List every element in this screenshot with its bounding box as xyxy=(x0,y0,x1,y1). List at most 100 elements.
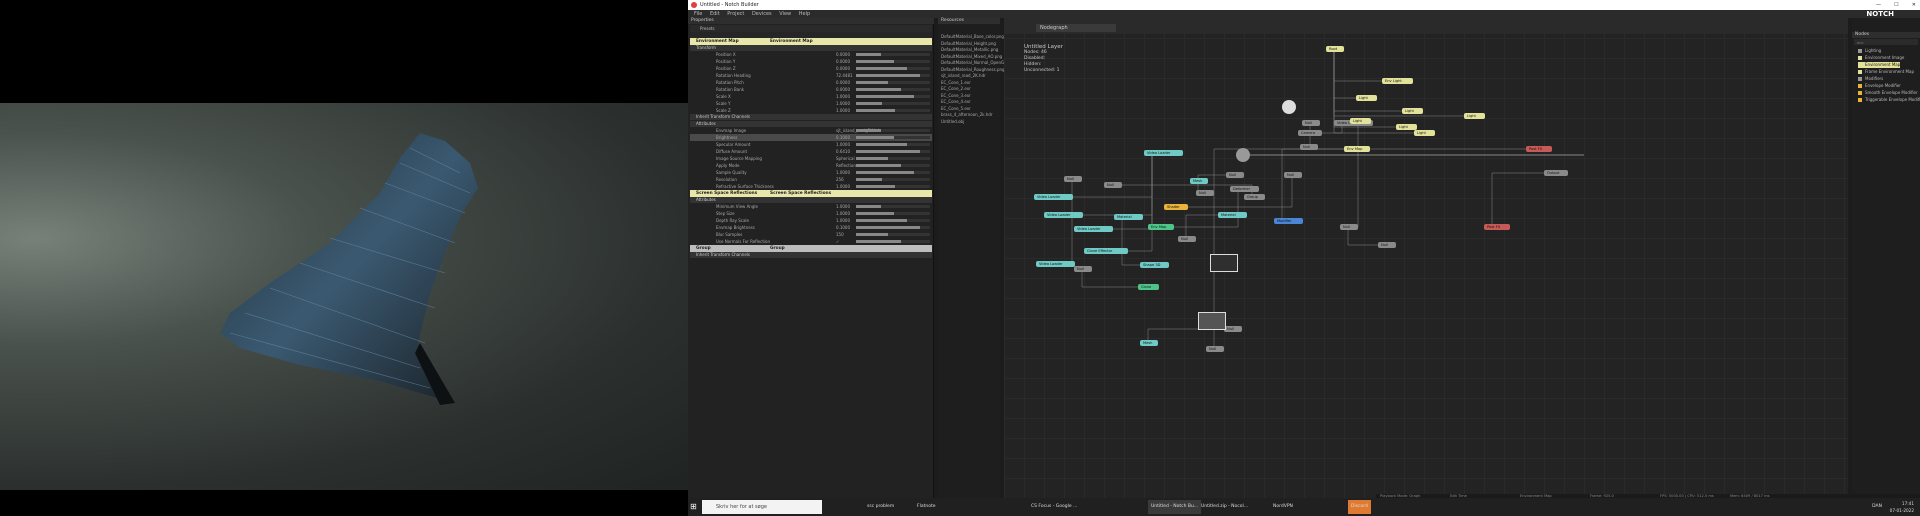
node-library-item[interactable]: Triggerable Envelope Modifier xyxy=(1858,97,1920,103)
property-slider[interactable] xyxy=(856,53,930,56)
taskbar-app-button[interactable]: CS Focus - Google ... xyxy=(1028,500,1080,514)
property-row[interactable]: Sample Quality 1.0000 xyxy=(690,169,932,176)
resource-item[interactable]: EC_Cone_5.exr xyxy=(941,106,971,112)
resource-item[interactable]: DefaultMaterial_Metallic.png xyxy=(941,47,998,53)
property-value[interactable]: 0.0000 xyxy=(836,79,850,86)
property-slider[interactable] xyxy=(856,226,930,229)
taskbar-app-button[interactable]: ssc problem xyxy=(864,500,897,514)
graph-node[interactable]: Light xyxy=(1402,108,1423,114)
close-button[interactable]: ✕ xyxy=(1912,0,1916,10)
graph-node[interactable]: Mesh xyxy=(1190,178,1209,184)
graph-node[interactable]: Env Light xyxy=(1382,78,1414,84)
menu-edit[interactable]: Edit xyxy=(710,11,720,17)
property-value[interactable]: 1.0000 xyxy=(836,141,850,148)
property-row[interactable]: Position Z 0.0000 xyxy=(690,65,932,72)
graph-node[interactable]: Video Loader xyxy=(1144,150,1184,156)
property-value[interactable]: 1.0000 xyxy=(836,210,850,217)
preview-box[interactable] xyxy=(1198,312,1226,330)
property-row[interactable]: Minimum View Angle 1.0000 xyxy=(690,203,932,210)
property-row[interactable]: Position X 0.0000 xyxy=(690,51,932,58)
resource-item[interactable]: EC_Cone_4.exr xyxy=(941,99,971,105)
property-value[interactable]: 0.0000 xyxy=(836,65,850,72)
property-value[interactable]: 1.0000 xyxy=(836,93,850,100)
graph-node[interactable]: Light xyxy=(1356,95,1377,101)
taskbar-app-button[interactable]: NordVPN xyxy=(1270,500,1296,514)
graph-node[interactable]: Light xyxy=(1350,118,1371,124)
windows-start-icon[interactable]: ⊞ xyxy=(690,501,698,513)
property-slider[interactable] xyxy=(856,95,930,98)
graph-node[interactable]: Null xyxy=(1074,266,1093,272)
property-value[interactable]: 150 xyxy=(836,231,844,238)
graph-node[interactable]: Modifier xyxy=(1274,218,1303,224)
group-header[interactable]: Group Group xyxy=(690,245,932,252)
minimize-button[interactable]: — xyxy=(1876,0,1881,10)
node-library-item[interactable]: Modifiers xyxy=(1858,76,1883,82)
property-slider[interactable] xyxy=(856,205,930,208)
property-row[interactable]: Diffuse Amount 0.6410 xyxy=(690,148,932,155)
scene-root-icon[interactable] xyxy=(1282,100,1296,114)
graph-node[interactable]: Video Loader xyxy=(1074,226,1114,232)
property-value[interactable]: 0.0000 xyxy=(836,58,850,65)
maximize-button[interactable]: ☐ xyxy=(1894,0,1898,10)
graph-node[interactable]: Null xyxy=(1224,326,1243,332)
property-slider[interactable] xyxy=(856,143,930,146)
render-viewport[interactable] xyxy=(0,0,688,516)
graph-node[interactable]: Deformer xyxy=(1230,186,1259,192)
property-slider[interactable] xyxy=(856,240,930,243)
property-row[interactable]: Rotation Pitch 0.0000 xyxy=(690,79,932,86)
node-library-item[interactable]: Lighting xyxy=(1858,48,1881,54)
graph-node[interactable]: Shader xyxy=(1164,204,1188,210)
node-search-input[interactable] xyxy=(1854,39,1918,45)
property-slider[interactable] xyxy=(856,150,930,153)
property-value[interactable]: 256 xyxy=(836,176,844,183)
resource-item[interactable]: DefaultMaterial_Base_color.png xyxy=(941,34,1004,40)
graph-node[interactable]: Material xyxy=(1218,212,1247,218)
graph-node[interactable]: Video Loader xyxy=(1044,212,1084,218)
property-row[interactable]: Apply Mode Reflection xyxy=(690,162,932,169)
property-slider[interactable] xyxy=(856,171,930,174)
property-row[interactable]: Brightness 0.1000 xyxy=(690,134,932,141)
taskbar-app-button[interactable]: Untitled - Notch Bu... xyxy=(1148,500,1202,514)
nodegraph-panel[interactable]: Nodegraph Untitled Layer Nodes: 46 Disab… xyxy=(1004,18,1848,498)
graph-node[interactable]: Clone xyxy=(1138,284,1159,290)
resource-item[interactable]: sjt_island_road_2K.hdr xyxy=(941,73,986,79)
property-value[interactable]: 72.4481 xyxy=(836,72,853,79)
property-value[interactable]: 1.0000 xyxy=(836,203,850,210)
property-row[interactable]: Step Size 1.0000 xyxy=(690,210,932,217)
graph-node[interactable]: Material xyxy=(1114,214,1143,220)
property-value[interactable]: 0.6410 xyxy=(836,148,850,155)
property-slider[interactable] xyxy=(856,233,930,236)
property-slider[interactable] xyxy=(856,74,930,77)
property-slider[interactable] xyxy=(856,81,930,84)
property-row[interactable]: Rotation Heading 72.4481 xyxy=(690,72,932,79)
property-value[interactable]: 0.1000 xyxy=(836,224,850,231)
graph-node[interactable]: Clone Effector xyxy=(1084,248,1129,254)
property-row[interactable]: Envmap Brightness 0.1000 xyxy=(690,224,932,231)
property-row[interactable]: Envmap Imagesjt_island_road_2K.hdr xyxy=(690,127,932,134)
graph-node[interactable]: Post FX xyxy=(1484,224,1511,230)
property-row[interactable]: Scale Z 1.0000 xyxy=(690,107,932,114)
property-slider[interactable] xyxy=(856,212,930,215)
menu-devices[interactable]: Devices xyxy=(752,11,772,17)
property-slider[interactable] xyxy=(856,67,930,70)
node-library-item[interactable]: Environment Image xyxy=(1858,55,1904,61)
property-slider[interactable] xyxy=(856,157,930,160)
group-inherit-section[interactable]: Inherit Transform Channels xyxy=(690,252,932,258)
graph-node[interactable]: Env Map xyxy=(1148,224,1175,230)
graph-node[interactable]: Null xyxy=(1302,120,1321,126)
graph-node[interactable]: Null xyxy=(1178,236,1197,242)
node-library-item[interactable]: Environment Map xyxy=(1858,62,1901,68)
graph-node[interactable]: Light xyxy=(1414,130,1435,136)
property-value[interactable]: 1.0000 xyxy=(836,169,850,176)
property-value[interactable]: 0.0000 xyxy=(836,86,850,93)
property-slider[interactable] xyxy=(856,129,930,132)
property-slider[interactable] xyxy=(856,102,930,105)
property-value[interactable]: ✓ xyxy=(836,238,839,245)
graph-node[interactable]: Video Loader xyxy=(1034,194,1074,200)
menu-file[interactable]: File xyxy=(694,11,702,17)
property-value[interactable]: 0.0000 xyxy=(836,51,850,58)
menu-project[interactable]: Project xyxy=(727,11,744,17)
node-library-item[interactable]: Smooth Envelope Modifier xyxy=(1858,90,1918,96)
graph-node[interactable]: Group xyxy=(1244,194,1265,200)
graph-node[interactable]: Null xyxy=(1196,190,1215,196)
